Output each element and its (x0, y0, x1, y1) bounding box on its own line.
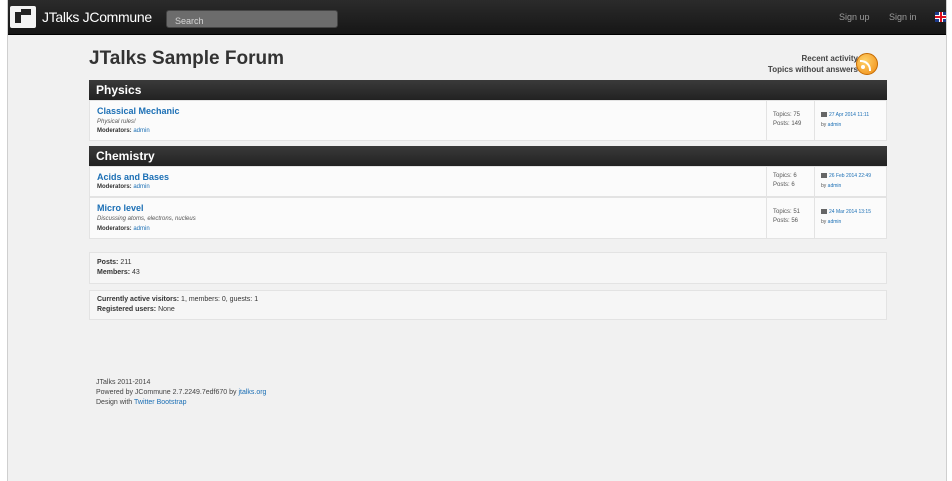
forum-stats: Topics: 51 Posts: 56 (766, 198, 814, 238)
last-post-by: by (821, 122, 827, 128)
registered-users-label: Registered users: (97, 306, 157, 313)
page-frame: JTalks JCommune Sign up Sign in JTalks S… (7, 0, 947, 481)
forum-link-classical-mechanic[interactable]: Classical Mechanic (97, 106, 180, 116)
moderators-label: Moderators: (97, 226, 132, 232)
brand-link[interactable]: JTalks JCommune (10, 6, 152, 28)
posts-count: Posts: 56 (773, 218, 799, 224)
forum-row: Classical Mechanic Physical rules! Moder… (89, 100, 887, 141)
page-title: JTalks Sample Forum (89, 48, 284, 69)
registered-users: Registered users: None (97, 305, 886, 315)
uk-flag-icon[interactable] (935, 12, 946, 22)
footer-design-text: Design with (96, 399, 133, 406)
last-post-date-link[interactable]: 26 Feb 2014 22:49 (829, 173, 871, 179)
moderator-link[interactable]: admin (133, 184, 149, 190)
twitter-bootstrap-link[interactable]: Twitter Bootstrap (134, 399, 187, 406)
calendar-icon (821, 173, 827, 179)
active-visitors: Currently active visitors: 1, members: 0… (97, 295, 886, 305)
page-footer: JTalks 2011-2014 Powered by JCommune 2.7… (96, 378, 266, 408)
moderator-link[interactable]: admin (133, 226, 149, 232)
active-visitors-value: 1, members: 0, guests: 1 (181, 296, 259, 303)
topics-without-answers-link[interactable]: Topics without answers (748, 64, 858, 75)
calendar-icon (821, 209, 827, 215)
moderator-link[interactable]: admin (133, 128, 149, 134)
jtalks-org-link[interactable]: jtalks.org (238, 389, 266, 396)
last-post: 24 Mar 2014 13:15 by admin (814, 198, 888, 238)
posts-stat: Posts: 211 (97, 258, 886, 268)
recent-activity-link[interactable]: Recent activity (748, 53, 858, 64)
search-input[interactable] (166, 10, 338, 28)
posts-count: Posts: 6 (773, 182, 795, 188)
last-post-user-link[interactable]: admin (828, 219, 842, 225)
moderators-label: Moderators: (97, 128, 132, 134)
registered-users-value: None (158, 306, 175, 313)
active-visitors-label: Currently active visitors: (97, 296, 180, 303)
forum-link-acids-and-bases[interactable]: Acids and Bases (97, 172, 169, 182)
posts-stat-value: 211 (120, 259, 132, 266)
topics-count: Topics: 75 (773, 112, 801, 118)
footer-powered-text: Powered by JCommune 2.7.2249.7edf670 by (96, 389, 237, 396)
members-stat-label: Members: (97, 269, 131, 276)
signin-link[interactable]: Sign in (889, 12, 917, 22)
recent-links: Recent activity Topics without answers (748, 53, 858, 75)
forum-moderators: Moderators: admin (97, 184, 150, 190)
topics-count: Topics: 51 (773, 209, 801, 215)
forum-stats: Topics: 6 Posts: 6 (766, 167, 814, 196)
posts-count: Posts: 149 (773, 121, 802, 127)
topics-count: Topics: 6 (773, 173, 797, 179)
forum-moderators: Moderators: admin (97, 226, 150, 232)
forum-moderators: Moderators: admin (97, 128, 150, 134)
posts-stat-label: Posts: (97, 259, 119, 266)
forum-stats-panel: Posts: 211 Members: 43 (89, 252, 887, 284)
members-stat-value: 43 (132, 269, 140, 276)
section-header-chemistry[interactable]: Chemistry (89, 146, 887, 166)
last-post-by: by (821, 183, 827, 189)
last-post-user-link[interactable]: admin (828, 122, 842, 128)
section-header-physics[interactable]: Physics (89, 80, 887, 100)
jtalks-logo-icon (10, 6, 36, 28)
last-post-by: by (821, 219, 827, 225)
last-post-user-link[interactable]: admin (828, 183, 842, 189)
forum-stats: Topics: 75 Posts: 149 (766, 101, 814, 140)
calendar-icon (821, 112, 827, 118)
signup-link[interactable]: Sign up (839, 12, 870, 22)
forum-description: Discussing atoms, electrons, nucleus (97, 216, 196, 222)
last-post-date-link[interactable]: 27 Apr 2014 11:11 (829, 112, 869, 118)
moderators-label: Moderators: (97, 184, 132, 190)
forum-description: Physical rules! (97, 119, 136, 125)
visitors-panel: Currently active visitors: 1, members: 0… (89, 290, 887, 320)
last-post-date-link[interactable]: 24 Mar 2014 13:15 (829, 209, 871, 215)
forum-row: Micro level Discussing atoms, electrons,… (89, 197, 887, 239)
footer-copyright: JTalks 2011-2014 (96, 379, 151, 386)
top-navbar: JTalks JCommune Sign up Sign in (8, 0, 946, 35)
last-post: 26 Feb 2014 22:49 by admin (814, 167, 888, 196)
forum-row: Acids and Bases Moderators: admin Topics… (89, 166, 887, 197)
brand-name: JTalks JCommune (42, 9, 152, 25)
last-post: 27 Apr 2014 11:11 by admin (814, 101, 888, 140)
members-stat: Members: 43 (97, 268, 886, 278)
footer-powered: Powered by JCommune 2.7.2249.7edf670 by … (96, 388, 266, 398)
rss-icon[interactable] (856, 53, 878, 75)
forum-link-micro-level[interactable]: Micro level (97, 203, 144, 213)
footer-design: Design with Twitter Bootstrap (96, 398, 266, 408)
